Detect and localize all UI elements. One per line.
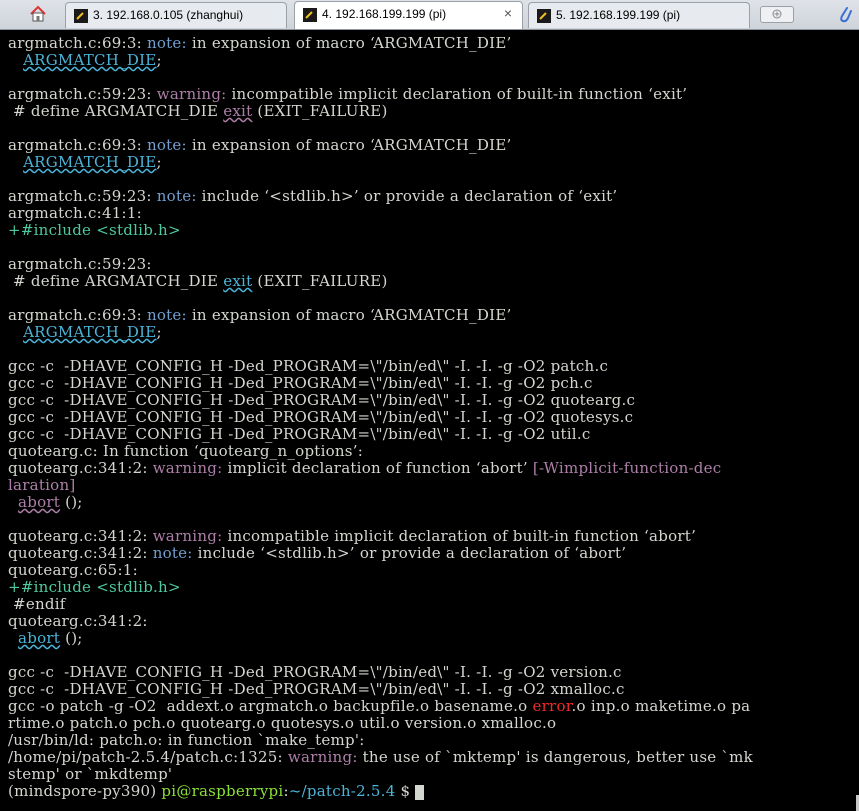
tab-session-4[interactable]: 4. 192.168.199.199 (pi) ×: [294, 1, 523, 29]
terminal-line: gcc -c -DHAVE_CONFIG_H -Ded_PROGRAM=\"/b…: [8, 357, 609, 375]
terminal-line: quotearg.c:341:2: warning: incompatible …: [8, 527, 697, 545]
terminal-line: +#include <stdlib.h>: [8, 578, 181, 596]
terminal-session-icon: [537, 8, 551, 23]
tab-session-3[interactable]: 3. 192.168.0.105 (zhanghui): [65, 2, 287, 28]
terminal-line: abort ();: [18, 629, 83, 647]
terminal-line: argmatch.c:69:3: note: in expansion of m…: [8, 306, 512, 324]
terminal-line: rtime.o patch.o pch.o quotearg.o quotesy…: [8, 714, 557, 732]
terminal-line: quotearg.c: In function ‘quotearg_n_opti…: [8, 442, 364, 460]
terminal-line: stemp' or `mkdtemp': [8, 765, 173, 783]
plus-icon: [772, 9, 782, 19]
terminal-session-icon: [74, 8, 88, 23]
tab-session-5[interactable]: 5. 192.168.199.199 (pi): [528, 2, 750, 28]
terminal-line: gcc -c -DHAVE_CONFIG_H -Ded_PROGRAM=\"/b…: [8, 391, 636, 409]
terminal-line: gcc -c -DHAVE_CONFIG_H -Ded_PROGRAM=\"/b…: [8, 663, 622, 681]
terminal-line: gcc -c -DHAVE_CONFIG_H -Ded_PROGRAM=\"/b…: [8, 408, 634, 426]
terminal-line: gcc -c -DHAVE_CONFIG_H -Ded_PROGRAM=\"/b…: [8, 374, 593, 392]
paperclip-icon[interactable]: [838, 4, 852, 24]
home-icon[interactable]: [24, 4, 52, 24]
tab-label: 3. 192.168.0.105 (zhanghui): [93, 8, 244, 22]
terminal-line: gcc -o patch -g -O2 addext.o argmatch.o …: [8, 697, 751, 715]
terminal-prompt[interactable]: (mindspore-py390) pi@raspberrypi:~/patch…: [8, 783, 425, 800]
terminal-line: ARGMATCH_DIE;: [23, 51, 162, 69]
terminal-line: # define ARGMATCH_DIE exit (EXIT_FAILURE…: [8, 102, 388, 120]
terminal-line: argmatch.c:41:1:: [8, 204, 142, 222]
terminal-line: /usr/bin/ld: patch.o: in function `make_…: [8, 731, 365, 749]
terminal-line: argmatch.c:59:23: warning: incompatible …: [8, 85, 688, 103]
tab-close-button[interactable]: ×: [504, 5, 512, 21]
terminal-line: quotearg.c:341:2: note: include ‘<stdlib…: [8, 544, 627, 562]
terminal-line: ARGMATCH_DIE;: [23, 153, 162, 171]
terminal-line: ARGMATCH_DIE;: [23, 323, 162, 341]
tab-label: 5. 192.168.199.199 (pi): [556, 8, 681, 22]
terminal-cursor: [415, 784, 425, 800]
terminal-line: argmatch.c:69:3: note: in expansion of m…: [8, 136, 512, 154]
terminal-line: argmatch.c:69:3: note: in expansion of m…: [8, 34, 512, 52]
terminal-line: #endif: [8, 595, 66, 613]
terminal-line: +#include <stdlib.h>: [8, 221, 181, 239]
terminal-line: quotearg.c:65:1:: [8, 561, 138, 579]
terminal-line: quotearg.c:341:2:: [8, 612, 148, 630]
tab-label: 4. 192.168.199.199 (pi): [322, 7, 447, 21]
terminal-line: gcc -c -DHAVE_CONFIG_H -Ded_PROGRAM=\"/b…: [8, 680, 625, 698]
terminal-line: gcc -c -DHAVE_CONFIG_H -Ded_PROGRAM=\"/b…: [8, 425, 591, 443]
terminal-line: argmatch.c:59:23: note: include ‘<stdlib…: [8, 187, 618, 205]
terminal-line: argmatch.c:59:23:: [8, 255, 152, 273]
terminal-line: # define ARGMATCH_DIE exit (EXIT_FAILURE…: [8, 272, 388, 290]
tab-bar: 3. 192.168.0.105 (zhanghui) 4. 192.168.1…: [0, 0, 859, 30]
terminal-session-icon: [303, 7, 317, 22]
terminal-line: abort ();: [18, 493, 83, 511]
new-tab-button[interactable]: [760, 6, 794, 23]
terminal-output[interactable]: argmatch.c:69:3: note: in expansion of m…: [0, 30, 859, 811]
terminal-line: laration]: [8, 476, 76, 494]
terminal-line: quotearg.c:341:2: warning: implicit decl…: [8, 459, 722, 477]
terminal-line: /home/pi/patch-2.5.4/patch.c:1325: warni…: [8, 748, 753, 766]
